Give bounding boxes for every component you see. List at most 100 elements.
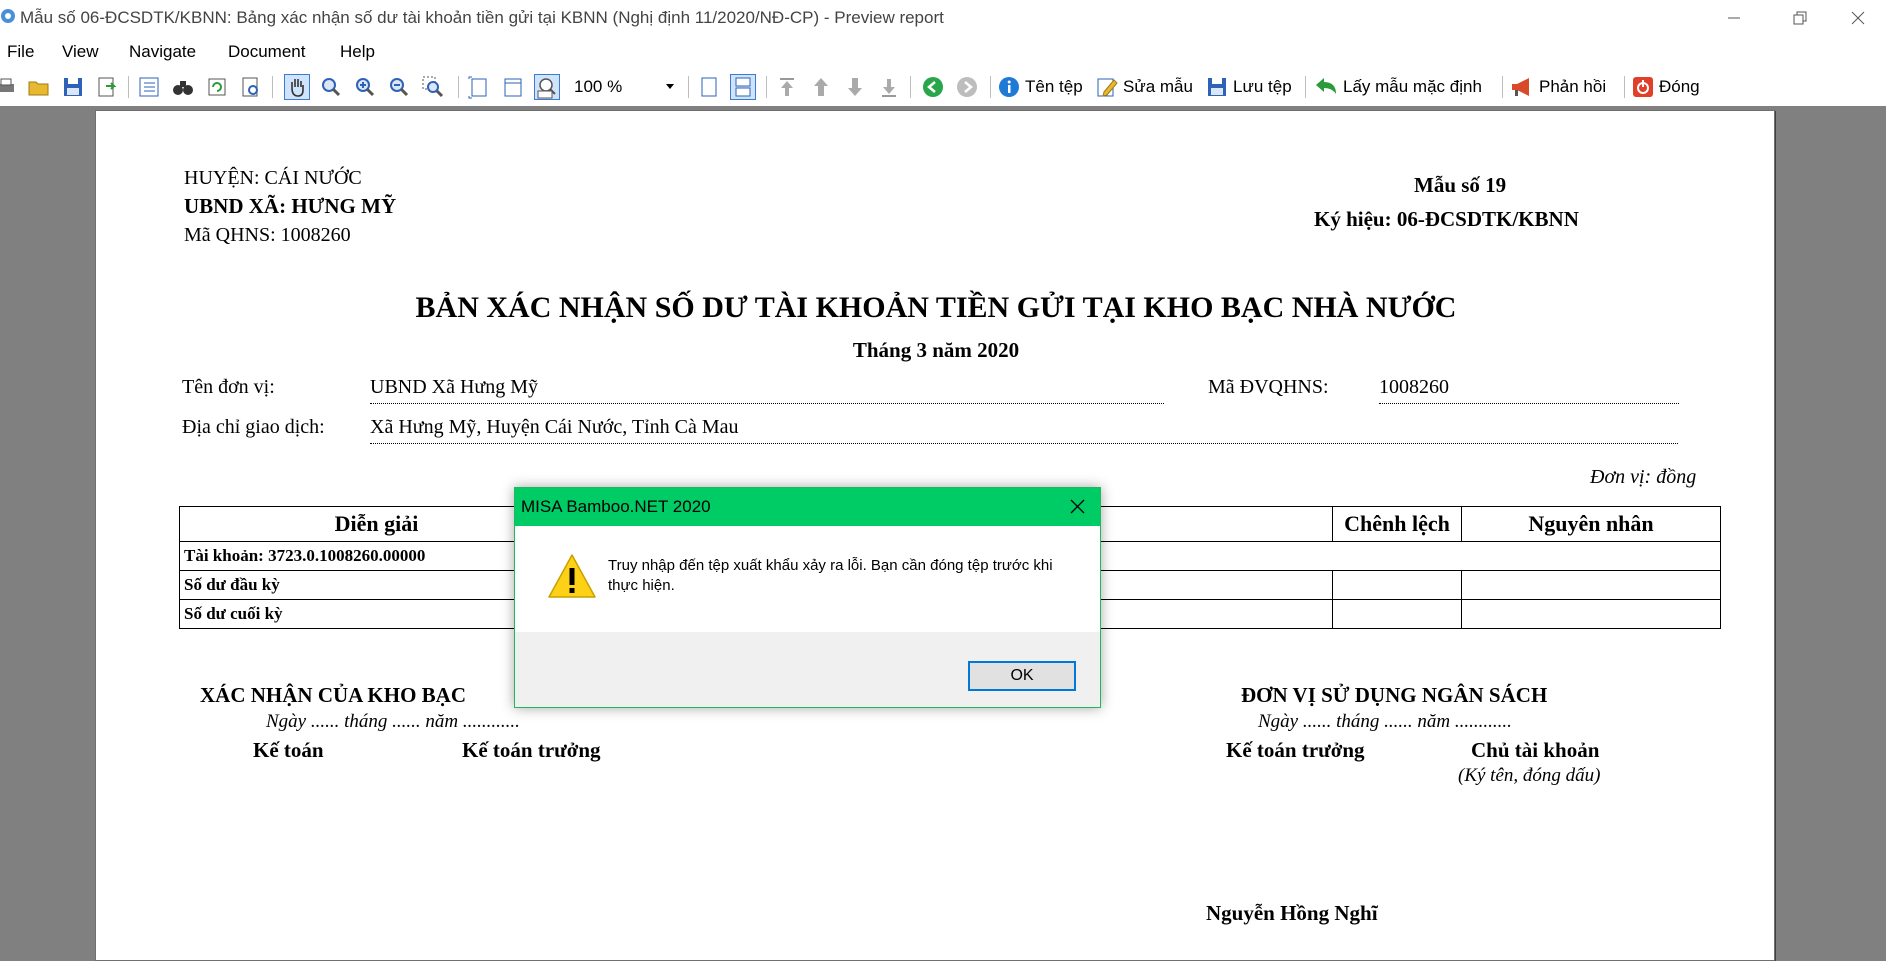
refresh-button[interactable] — [204, 74, 230, 100]
minimize-button[interactable] — [1706, 0, 1762, 36]
info-icon — [999, 77, 1019, 97]
close-icon — [1851, 11, 1865, 25]
menu-help[interactable]: Help — [340, 42, 375, 62]
table-of-contents-button[interactable] — [136, 74, 162, 100]
zoom-value: 100 % — [574, 77, 623, 96]
huyen-label: HUYỆN: CÁI NƯỚC — [184, 167, 362, 189]
window-title: Mẫu số 06-ĐCSDTK/KBNN: Bảng xác nhận số … — [20, 8, 944, 27]
toolbar-separator — [990, 76, 991, 98]
right-sign-heading: ĐƠN VỊ SỬ DỤNG NGÂN SÁCH — [1241, 683, 1548, 707]
zoom-out-button[interactable] — [386, 74, 412, 100]
print-button[interactable] — [0, 74, 20, 100]
actual-size-button[interactable] — [534, 74, 560, 100]
toolbar-separator — [688, 76, 689, 98]
dialog-title: MISA Bamboo.NET 2020 — [521, 497, 711, 516]
right-sign-date: Ngày ...... tháng ...... năm ...........… — [1258, 711, 1512, 732]
fit-width-button[interactable] — [500, 74, 526, 100]
menu-file[interactable]: File — [7, 42, 34, 62]
dia-chi-value: Xã Hưng Mỹ, Huyện Cái Nước, Tỉnh Cà Mau — [370, 416, 739, 438]
arrow-up-icon — [814, 78, 828, 96]
ten-tep-label: Tên tệp — [1025, 77, 1083, 96]
app-icon — [1, 9, 15, 23]
menu-view[interactable]: View — [62, 42, 99, 62]
luu-tep-label: Lưu tệp — [1233, 77, 1292, 96]
dotted-line — [370, 403, 1164, 404]
left-role-ke-toan-truong: Kế toán trưởng — [462, 738, 601, 762]
phan-hoi-button[interactable]: Phản hồi — [1510, 74, 1606, 100]
zoom-in-button[interactable] — [352, 74, 378, 100]
single-page-icon — [701, 77, 717, 97]
toolbar-separator — [1624, 76, 1625, 98]
actual-size-icon — [537, 78, 556, 99]
header-chenh-lech: Chênh lệch — [1332, 506, 1462, 542]
dong-button[interactable]: Đóng — [1632, 74, 1700, 100]
close-icon — [1070, 499, 1085, 514]
close-window-button[interactable] — [1830, 0, 1886, 36]
forward-button[interactable] — [954, 74, 980, 100]
lay-mau-mac-dinh-button[interactable]: Lấy mẫu mặc định — [1314, 74, 1482, 100]
forward-arrow-icon — [957, 77, 977, 97]
single-page-button[interactable] — [696, 74, 722, 100]
open-button[interactable] — [26, 74, 52, 100]
previous-page-button[interactable] — [808, 74, 834, 100]
zoom-region-button[interactable] — [420, 74, 446, 100]
folder-open-icon — [28, 81, 49, 96]
last-page-button[interactable] — [876, 74, 902, 100]
multi-page-button[interactable] — [730, 74, 756, 100]
ten-tep-button[interactable]: Tên tệp — [998, 74, 1083, 100]
magnifier-icon — [322, 78, 341, 97]
don-vi-label: Đơn vị: đồng — [1590, 466, 1697, 488]
menu-document[interactable]: Document — [228, 42, 305, 62]
ma-qhns-label: Mã QHNS: 1008260 — [184, 224, 351, 246]
magnifier-button[interactable] — [318, 74, 344, 100]
back-button[interactable] — [920, 74, 946, 100]
ok-button[interactable]: OK — [968, 661, 1076, 691]
floppy-icon — [1208, 78, 1226, 96]
header-nguyen-nhan: Nguyên nhân — [1461, 506, 1721, 542]
zoom-combobox[interactable]: 100 % — [570, 76, 680, 98]
restore-button[interactable] — [1772, 0, 1828, 36]
luu-tep-button[interactable]: Lưu tệp — [1206, 74, 1292, 100]
warning-icon — [548, 554, 596, 598]
back-arrow-icon — [923, 77, 943, 97]
page-setup-button[interactable] — [238, 74, 264, 100]
signer-name: Nguyễn Hồng Nghĩ — [1206, 901, 1378, 925]
dialog-message: Truy nhập đến tệp xuất khẩu xảy ra lỗi. … — [608, 557, 1053, 594]
next-page-button[interactable] — [842, 74, 868, 100]
dotted-line — [1379, 403, 1679, 404]
toolbar-separator — [458, 76, 459, 98]
ma-dvqhns-value: 1008260 — [1379, 376, 1449, 398]
hand-tool-button[interactable] — [284, 74, 310, 100]
dotted-line — [370, 443, 1678, 444]
undo-arrow-icon — [1316, 78, 1336, 94]
phan-hoi-label: Phản hồi — [1539, 77, 1607, 96]
dong-label: Đóng — [1659, 77, 1700, 96]
menu-navigate[interactable]: Navigate — [129, 42, 196, 62]
fit-page-button[interactable] — [466, 74, 492, 100]
dialog-close-button[interactable] — [1062, 494, 1092, 520]
save-button[interactable] — [60, 74, 86, 100]
power-icon — [1633, 77, 1653, 97]
sua-mau-label: Sửa mẫu — [1123, 77, 1193, 96]
right-role-chu-tai-khoan: Chủ tài khoản — [1471, 738, 1600, 762]
arrow-last-icon — [882, 79, 896, 97]
fit-width-icon — [504, 78, 522, 97]
multi-page-icon — [735, 77, 751, 97]
dia-chi-label: Địa chỉ giao dịch: — [182, 416, 325, 438]
floppy-icon — [64, 78, 82, 96]
report-title: BẢN XÁC NHẬN SỐ DƯ TÀI KHOẢN TIỀN GỬI TẠ… — [415, 291, 1457, 324]
toolbar-separator — [1305, 76, 1306, 98]
export-button[interactable] — [94, 74, 120, 100]
menu-bar: File View Navigate Document Help — [0, 38, 1886, 68]
list-icon — [139, 77, 159, 97]
page-zoom-icon — [242, 77, 258, 97]
ten-don-vi-value: UBND Xã Hưng Mỹ — [370, 376, 539, 398]
find-button[interactable] — [170, 74, 196, 100]
ubnd-label: UBND XÃ: HƯNG MỸ — [184, 194, 397, 218]
printer-icon — [0, 78, 14, 92]
toolbar-separator — [766, 76, 767, 98]
sua-mau-button[interactable]: Sửa mẫu — [1096, 74, 1193, 100]
dialog-title-bar: MISA Bamboo.NET 2020 — [515, 488, 1100, 526]
first-page-button[interactable] — [774, 74, 800, 100]
export-icon — [98, 77, 117, 97]
